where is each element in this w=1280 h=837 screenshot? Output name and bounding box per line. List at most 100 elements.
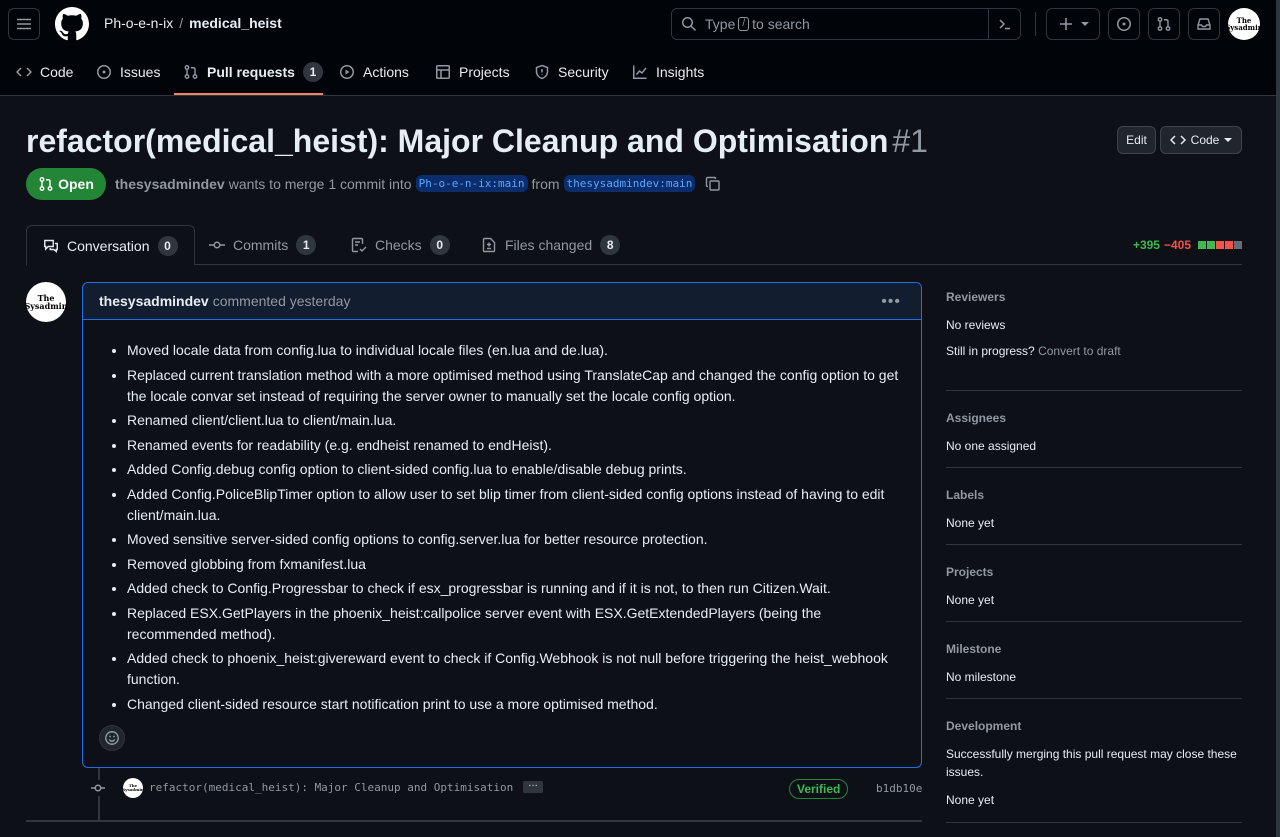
- search-placeholder-suffix: to search: [752, 16, 810, 32]
- breadcrumb-repo-link[interactable]: medical_heist: [189, 15, 282, 31]
- diffstat-block: [1207, 241, 1215, 249]
- plus-icon: [1059, 18, 1072, 30]
- tab-files-changed-label: Files changed: [505, 237, 593, 253]
- timeline-divider: [26, 820, 922, 822]
- tab-actions[interactable]: Actions: [339, 60, 409, 84]
- commit-row: The Sysadmin refactor(medical_heist): Ma…: [90, 776, 922, 800]
- commits-count: 1: [296, 235, 317, 255]
- tab-files-changed[interactable]: Files changed 8: [465, 225, 636, 265]
- comment-header: thesysadmindev commented yesterday •••: [83, 283, 921, 320]
- command-palette-button[interactable]: [988, 8, 1020, 40]
- breadcrumb-owner-link[interactable]: Ph-o-e-n-ix: [104, 15, 173, 31]
- status-label: Open: [58, 176, 94, 192]
- search-input[interactable]: Type / to search: [671, 8, 1021, 40]
- global-header: Ph-o-e-n-ix / medical_heist Type / to sear…: [0, 0, 1280, 96]
- comment-discussion-icon: [44, 239, 58, 253]
- comment-author-link[interactable]: thesysadmindev: [99, 293, 209, 309]
- pull-request-icon: [1157, 17, 1171, 31]
- base-branch-link[interactable]: Ph-o-e-n-ix:main: [415, 175, 528, 192]
- tab-code-label: Code: [40, 64, 74, 80]
- tab-security[interactable]: Security: [534, 60, 609, 84]
- inbox-button[interactable]: [1188, 8, 1220, 40]
- comment-author-avatar[interactable]: The Sysadmin: [25, 282, 68, 322]
- breadcrumb: Ph-o-e-n-ix / medical_heist: [104, 15, 282, 31]
- milestone-heading[interactable]: Milestone: [946, 642, 1242, 656]
- terminal-icon: [998, 19, 1010, 30]
- github-logo-icon[interactable]: [55, 7, 89, 41]
- list-item: Replaced ESX.GetPlayers in the phoenix_h…: [127, 603, 905, 645]
- tab-checks[interactable]: Checks 0: [335, 225, 466, 265]
- list-item: Changed client-sided resource start noti…: [127, 694, 905, 715]
- pr-title-text: refactor(medical_heist): Major Cleanup a…: [26, 123, 889, 159]
- commit-sha-link[interactable]: b1db10e: [876, 782, 922, 795]
- development-note: Successfully merging this pull request m…: [946, 747, 1237, 779]
- from-text: from: [531, 175, 560, 192]
- pull-request-icon: [184, 65, 198, 79]
- active-tab-underline: [174, 93, 323, 95]
- tab-actions-label: Actions: [363, 64, 409, 80]
- smiley-icon: [105, 731, 119, 745]
- labels-heading[interactable]: Labels: [946, 488, 1242, 502]
- add-reaction-button[interactable]: [99, 725, 125, 751]
- pull-requests-shortcut-button[interactable]: [1148, 8, 1180, 40]
- scrollbar[interactable]: [1276, 0, 1280, 837]
- sidebar-labels: Labels None yet: [946, 488, 1242, 545]
- diffstat-block: [1234, 241, 1242, 249]
- commit-expand-button[interactable]: …: [523, 779, 543, 793]
- assignees-heading[interactable]: Assignees: [946, 411, 1242, 425]
- hamburger-icon: [17, 18, 31, 30]
- repo-nav: Code Issues Pull requests 1 Actions Proj…: [0, 48, 1280, 96]
- pull-request-icon: [39, 177, 53, 191]
- tab-projects-label: Projects: [459, 64, 510, 80]
- hamburger-menu-button[interactable]: [8, 8, 40, 40]
- code-dropdown-button[interactable]: Code: [1160, 126, 1242, 154]
- user-avatar[interactable]: The Sysadmin: [1225, 8, 1263, 40]
- tab-issues[interactable]: Issues: [96, 60, 160, 84]
- sidebar-milestone: Milestone No milestone: [946, 642, 1242, 699]
- tab-pull-requests[interactable]: Pull requests 1: [183, 60, 323, 84]
- reviewers-heading[interactable]: Reviewers: [946, 290, 1242, 304]
- head-branch-link[interactable]: thesysadmindev:main: [563, 175, 696, 192]
- create-new-button[interactable]: [1046, 8, 1100, 40]
- commit-author-avatar[interactable]: The Sysadmin: [122, 778, 144, 798]
- tab-insights-label: Insights: [656, 64, 705, 80]
- status-badge: Open: [26, 168, 106, 200]
- reviewers-value: No reviews: [946, 318, 1006, 332]
- deletions-count: −405: [1163, 238, 1191, 252]
- kebab-horizontal-icon[interactable]: •••: [881, 293, 901, 311]
- pr-tabs: Conversation 0 Commits 1 Checks 0 Files …: [26, 225, 1242, 266]
- edit-title-button[interactable]: Edit: [1117, 126, 1156, 154]
- development-heading[interactable]: Development: [946, 719, 1242, 733]
- code-icon: [16, 67, 32, 77]
- verified-badge[interactable]: Verified: [789, 779, 849, 799]
- file-diff-icon: [482, 237, 496, 253]
- triangle-down-icon: [1080, 22, 1089, 26]
- tab-conversation-label: Conversation: [67, 237, 150, 254]
- diffstat-blocks: [1198, 241, 1242, 249]
- pr-author-link[interactable]: thesysadmindev: [115, 176, 225, 192]
- draft-question: Still in progress?: [946, 344, 1035, 358]
- projects-value: None yet: [946, 593, 995, 607]
- breadcrumb-separator: /: [179, 15, 184, 31]
- graph-icon: [633, 65, 647, 79]
- assignees-value: No one assigned: [946, 439, 1037, 453]
- commit-message-link[interactable]: refactor(medical_heist): Major Cleanup a…: [149, 781, 513, 794]
- search-placeholder-prefix: Type: [705, 16, 736, 32]
- conversation-count: 0: [157, 235, 178, 256]
- git-commit-icon: [209, 241, 225, 249]
- tab-commits[interactable]: Commits 1: [193, 225, 332, 265]
- triangle-down-icon: [1224, 138, 1233, 142]
- tab-insights[interactable]: Insights: [632, 60, 704, 84]
- tab-conversation[interactable]: Conversation 0: [26, 225, 195, 266]
- tab-code[interactable]: Code: [16, 60, 73, 84]
- diffstat-block: [1225, 241, 1233, 249]
- shield-icon: [535, 64, 549, 80]
- list-item: Added check to Config.Progressbar to che…: [127, 578, 905, 599]
- projects-heading[interactable]: Projects: [946, 565, 1242, 579]
- code-icon: [1169, 135, 1186, 145]
- copy-icon[interactable]: [705, 176, 721, 192]
- list-item: Added Config.PoliceBlipTimer option to a…: [127, 484, 905, 526]
- convert-to-draft-link[interactable]: Convert to draft: [1038, 344, 1121, 358]
- tab-projects[interactable]: Projects: [435, 60, 510, 84]
- issues-shortcut-button[interactable]: [1108, 8, 1140, 40]
